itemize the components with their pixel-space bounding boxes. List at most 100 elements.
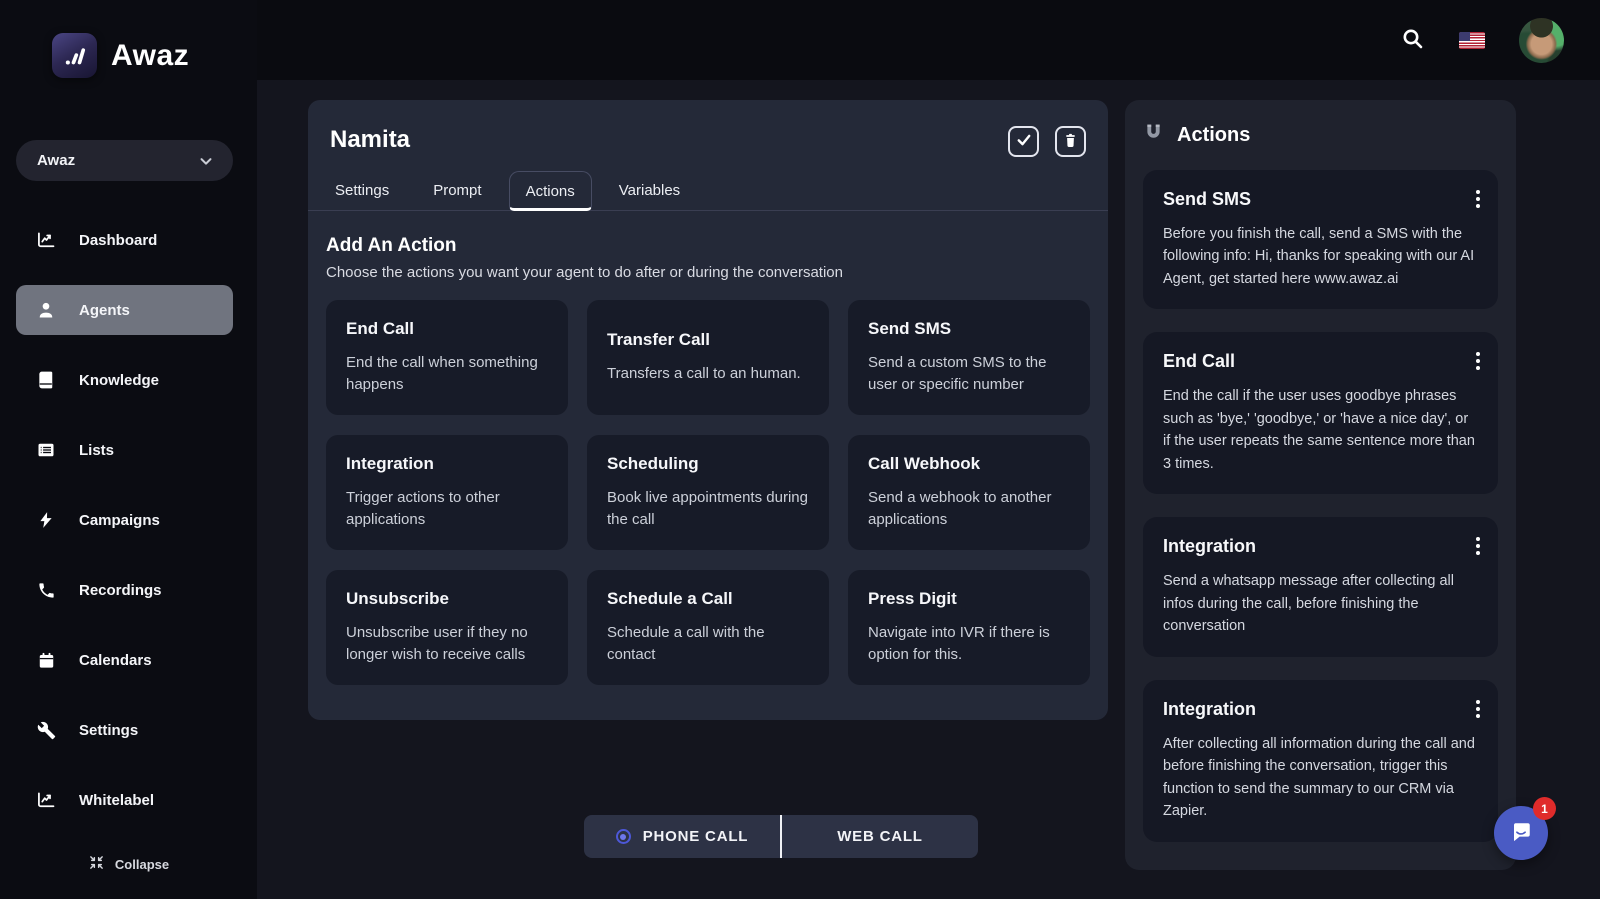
sidebar-item-settings[interactable]: Settings: [16, 705, 233, 755]
action-card-description: Trigger actions to other applications: [346, 487, 548, 531]
sidebar-item-lists[interactable]: Lists: [16, 425, 233, 475]
phone-icon: [36, 580, 56, 600]
actions-panel-header: Actions: [1143, 122, 1498, 148]
tab-actions[interactable]: Actions: [509, 171, 592, 211]
book-icon: [36, 370, 56, 390]
sidebar-item-label: Campaigns: [79, 512, 160, 529]
agent-panel-body: Add An Action Choose the actions you wan…: [308, 211, 1108, 685]
action-card-call-webhook[interactable]: Call Webhook Send a webhook to another a…: [848, 435, 1090, 550]
action-card-title: Transfer Call: [607, 330, 809, 350]
action-card-end-call[interactable]: End Call End the call when something hap…: [326, 300, 568, 415]
action-card-title: Call Webhook: [868, 454, 1070, 474]
sidebar-item-recordings[interactable]: Recordings: [16, 565, 233, 615]
configured-action-title: End Call: [1163, 351, 1478, 372]
action-card-send-sms[interactable]: Send SMS Send a custom SMS to the user o…: [848, 300, 1090, 415]
chevron-down-icon: [197, 152, 215, 170]
topbar-actions: [1401, 0, 1564, 80]
confirm-button[interactable]: [1008, 126, 1039, 157]
configured-actions-panel: Actions Send SMS Before you finish the c…: [1125, 100, 1516, 870]
sidebar-nav: Dashboard Agents Knowledge: [16, 215, 233, 825]
list-icon: [36, 440, 56, 460]
action-card-transfer-call[interactable]: Transfer Call Transfers a call to an hum…: [587, 300, 829, 415]
radio-selected-icon: [616, 829, 631, 844]
configured-action-send-sms[interactable]: Send SMS Before you finish the call, sen…: [1143, 170, 1498, 309]
action-card-description: Send a webhook to another applications: [868, 487, 1070, 531]
action-card-title: Send SMS: [868, 319, 1070, 339]
call-mode-toggle: PHONE CALL WEB CALL: [584, 815, 978, 858]
action-card-title: End Call: [346, 319, 548, 339]
agent-panel: Namita: [308, 100, 1108, 720]
sidebar-item-calendars[interactable]: Calendars: [16, 635, 233, 685]
sidebar-item-label: Agents: [79, 302, 130, 319]
action-card-description: Transfers a call to an human.: [607, 363, 809, 385]
agent-tabs: Settings Prompt Actions Variables: [308, 170, 1108, 211]
configured-action-title: Integration: [1163, 699, 1478, 720]
section-title: Add An Action: [326, 235, 1090, 257]
kebab-menu-icon[interactable]: [1470, 346, 1486, 376]
action-card-description: Schedule a call with the contact: [607, 622, 809, 666]
action-card-press-digit[interactable]: Press Digit Navigate into IVR if there i…: [848, 570, 1090, 685]
workspace-dropdown[interactable]: Awaz: [16, 140, 233, 181]
check-icon: [1015, 131, 1033, 152]
trash-icon: [1062, 132, 1079, 152]
action-card-description: Book live appointments during the call: [607, 487, 809, 531]
configured-action-title: Integration: [1163, 536, 1478, 557]
search-button[interactable]: [1401, 27, 1425, 54]
agent-header-buttons: [1008, 126, 1086, 157]
configured-action-end-call[interactable]: End Call End the call if the user uses g…: [1143, 332, 1498, 494]
search-icon: [1401, 27, 1425, 54]
action-card-schedule-a-call[interactable]: Schedule a Call Schedule a call with the…: [587, 570, 829, 685]
lightning-icon: [36, 510, 56, 530]
sidebar: Awaz Awaz Dashboard: [0, 0, 257, 899]
collapse-sidebar-button[interactable]: Collapse: [0, 846, 257, 882]
configured-action-description: Before you finish the call, send a SMS w…: [1163, 223, 1478, 290]
web-call-option[interactable]: WEB CALL: [782, 815, 978, 858]
delete-button[interactable]: [1055, 126, 1086, 157]
sidebar-item-campaigns[interactable]: Campaigns: [16, 495, 233, 545]
action-card-description: Unsubscribe user if they no longer wish …: [346, 622, 548, 666]
action-card-title: Press Digit: [868, 589, 1070, 609]
sidebar-item-whitelabel[interactable]: Whitelabel: [16, 775, 233, 825]
action-card-title: Schedule a Call: [607, 589, 809, 609]
configured-action-title: Send SMS: [1163, 189, 1478, 210]
kebab-menu-icon[interactable]: [1470, 531, 1486, 561]
awaz-logo-icon: [52, 33, 97, 78]
action-card-scheduling[interactable]: Scheduling Book live appointments during…: [587, 435, 829, 550]
kebab-menu-icon[interactable]: [1470, 184, 1486, 214]
kebab-menu-icon[interactable]: [1470, 694, 1486, 724]
collapse-label: Collapse: [115, 857, 169, 872]
configured-action-integration-1[interactable]: Integration Send a whatsapp message afte…: [1143, 517, 1498, 656]
agent-name: Namita: [330, 126, 410, 154]
sidebar-item-label: Settings: [79, 722, 138, 739]
language-flag-button[interactable]: [1459, 32, 1485, 49]
calendar-icon: [36, 650, 56, 670]
user-avatar[interactable]: [1519, 18, 1564, 63]
sidebar-item-label: Knowledge: [79, 372, 159, 389]
workspace-label: Awaz: [37, 152, 75, 169]
tab-prompt[interactable]: Prompt: [416, 170, 498, 210]
actions-panel-title: Actions: [1177, 124, 1250, 147]
configured-action-integration-2[interactable]: Integration After collecting all informa…: [1143, 680, 1498, 842]
chart-line-icon: [36, 790, 56, 810]
person-icon: [36, 300, 56, 320]
action-card-unsubscribe[interactable]: Unsubscribe Unsubscribe user if they no …: [326, 570, 568, 685]
action-card-integration[interactable]: Integration Trigger actions to other app…: [326, 435, 568, 550]
action-card-title: Integration: [346, 454, 548, 474]
action-card-description: Send a custom SMS to the user or specifi…: [868, 352, 1070, 396]
phone-call-label: PHONE CALL: [643, 828, 749, 845]
tab-settings[interactable]: Settings: [318, 170, 406, 210]
phone-call-option[interactable]: PHONE CALL: [584, 815, 780, 858]
brand-logo: Awaz: [0, 0, 257, 78]
sidebar-item-label: Recordings: [79, 582, 162, 599]
actions-panel-cards: Send SMS Before you finish the call, sen…: [1143, 170, 1498, 842]
sidebar-item-dashboard[interactable]: Dashboard: [16, 215, 233, 265]
action-card-title: Scheduling: [607, 454, 809, 474]
web-call-label: WEB CALL: [837, 828, 923, 845]
configured-action-description: After collecting all information during …: [1163, 733, 1478, 823]
sidebar-item-agents[interactable]: Agents: [16, 285, 233, 335]
topbar: [257, 0, 1600, 80]
tab-variables[interactable]: Variables: [602, 170, 697, 210]
sidebar-item-knowledge[interactable]: Knowledge: [16, 355, 233, 405]
app-root: Awaz Awaz Dashboard: [0, 0, 1600, 899]
sidebar-item-label: Whitelabel: [79, 792, 154, 809]
